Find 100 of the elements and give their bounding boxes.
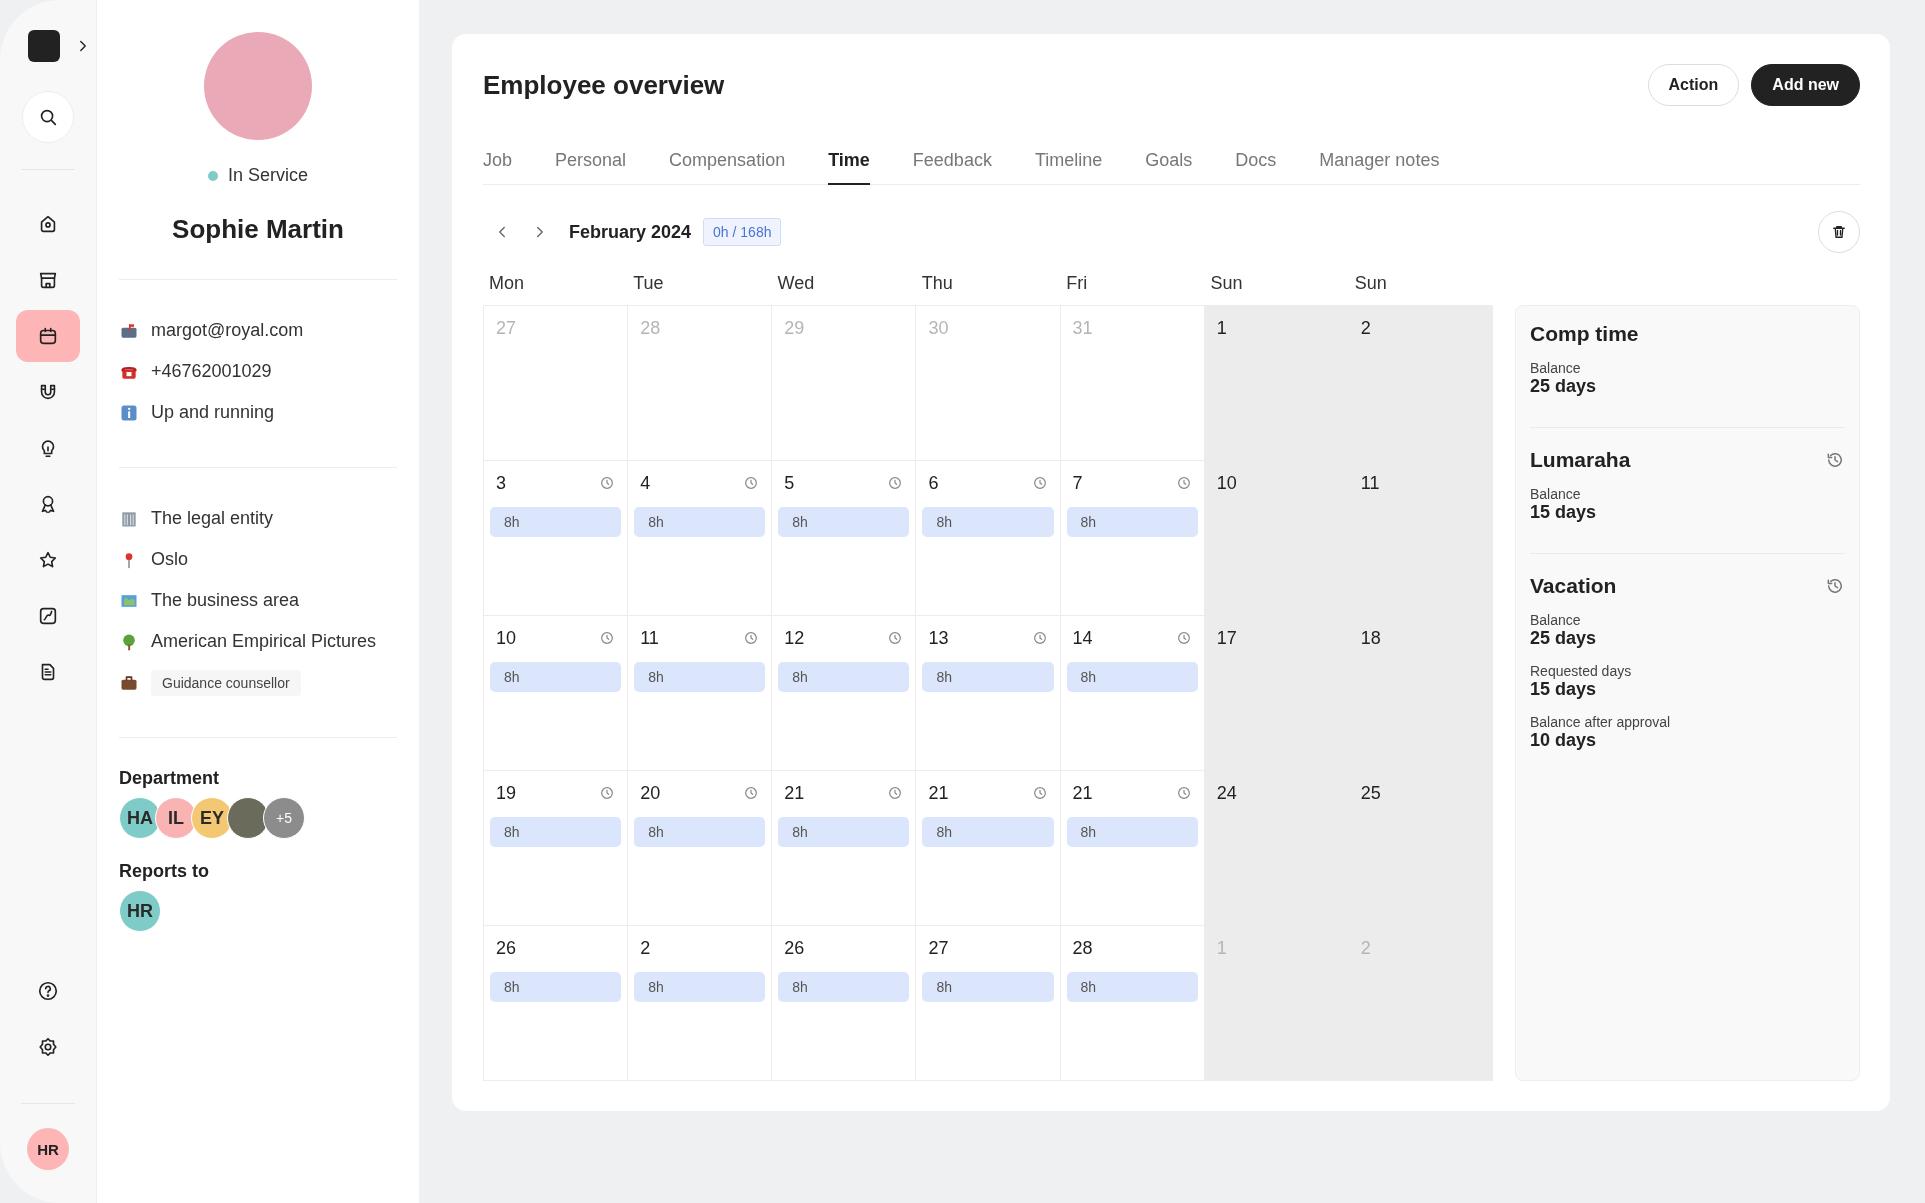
day-cell[interactable]: 10: [1204, 461, 1349, 616]
day-number: 2: [1360, 317, 1371, 339]
clock-icon[interactable]: [1175, 785, 1192, 801]
day-cell[interactable]: 7 8h: [1060, 461, 1205, 616]
tab[interactable]: Personal: [555, 150, 627, 185]
day-cell[interactable]: 10 8h: [484, 616, 629, 771]
day-cell[interactable]: 25: [1348, 771, 1493, 926]
action-button[interactable]: Action: [1647, 64, 1740, 106]
day-number: 18: [1360, 627, 1381, 649]
day-number: 31: [1072, 317, 1093, 339]
hours-entry[interactable]: 8h: [634, 507, 766, 537]
hours-entry[interactable]: 8h: [778, 507, 910, 537]
day-cell[interactable]: 13 8h: [916, 616, 1061, 771]
day-number: 2: [640, 937, 651, 959]
day-cell[interactable]: 2: [1348, 306, 1493, 461]
day-number: 20: [640, 782, 661, 804]
tab[interactable]: Timeline: [1034, 150, 1103, 185]
tab[interactable]: Compensation: [669, 150, 786, 185]
hours-entry[interactable]: 8h: [490, 972, 622, 1002]
day-cell[interactable]: 27 8h: [916, 926, 1061, 1081]
add-button[interactable]: Add new: [1751, 64, 1860, 106]
user-avatar[interactable]: HR: [27, 1128, 69, 1170]
clock-icon[interactable]: [599, 630, 616, 646]
hours-entry[interactable]: 8h: [922, 662, 1054, 692]
day-cell[interactable]: 21 8h: [916, 771, 1061, 926]
tab[interactable]: Feedback: [912, 150, 992, 185]
day-number: 6: [928, 472, 939, 494]
day-number: 21: [784, 782, 805, 804]
clock-icon[interactable]: [887, 475, 904, 491]
day-cell[interactable]: 28 8h: [1060, 926, 1205, 1081]
role-tag: Guidance counsellor: [151, 669, 301, 696]
day-number: 5: [784, 472, 795, 494]
day-cell[interactable]: 21 8h: [1060, 771, 1205, 926]
hours-entry[interactable]: 8h: [1066, 972, 1198, 1002]
balance-value: 25 days: [1530, 376, 1598, 397]
hours-entry[interactable]: 8h: [778, 817, 910, 847]
clock-icon[interactable]: [1031, 475, 1048, 491]
day-cell[interactable]: 24: [1204, 771, 1349, 926]
tab[interactable]: Docs: [1235, 150, 1277, 185]
day-cell[interactable]: 12 8h: [772, 616, 917, 771]
hours-entry[interactable]: 8h: [634, 817, 766, 847]
hours-entry[interactable]: 8h: [1066, 817, 1198, 847]
day-cell[interactable]: 5 8h: [772, 461, 917, 616]
hours-entry[interactable]: 8h: [1066, 507, 1198, 537]
hours-entry[interactable]: 8h: [778, 972, 910, 1002]
day-cell[interactable]: 17: [1204, 616, 1349, 771]
day-cell[interactable]: 21 8h: [772, 771, 917, 926]
history-icon[interactable]: [1825, 576, 1845, 596]
day-cell[interactable]: 19 8h: [484, 771, 629, 926]
day-cell[interactable]: 26 8h: [484, 926, 629, 1081]
avatar[interactable]: HR: [119, 890, 161, 932]
hours-entry[interactable]: 8h: [1066, 662, 1198, 692]
day-cell[interactable]: 4 8h: [628, 461, 773, 616]
tab[interactable]: Manager notes: [1319, 150, 1440, 185]
day-cell[interactable]: 14 8h: [1060, 616, 1205, 771]
hours-entry[interactable]: 8h: [634, 662, 766, 692]
contact-text: margot@royal.com: [151, 320, 304, 341]
clock-icon[interactable]: [599, 785, 616, 801]
day-number: 10: [496, 627, 517, 649]
clock-icon[interactable]: [743, 475, 760, 491]
hours-entry[interactable]: 8h: [922, 817, 1054, 847]
status-text: In Service: [227, 165, 308, 186]
clock-icon[interactable]: [599, 475, 616, 491]
hours-entry[interactable]: 8h: [490, 507, 622, 537]
clock-icon[interactable]: [1175, 630, 1192, 646]
hours-entry[interactable]: 8h: [490, 817, 622, 847]
tab[interactable]: Job: [483, 150, 513, 185]
day-cell[interactable]: 18: [1348, 616, 1493, 771]
day-cell[interactable]: 26 8h: [772, 926, 917, 1081]
clock-icon[interactable]: [887, 785, 904, 801]
day-cell[interactable]: 11 8h: [628, 616, 773, 771]
balance-label: Balance: [1530, 612, 1582, 628]
tab[interactable]: Time: [828, 150, 870, 185]
day-cell[interactable]: 11: [1348, 461, 1493, 616]
hours-entry[interactable]: 8h: [778, 662, 910, 692]
logo[interactable]: [28, 30, 60, 62]
day-number: 7: [1072, 472, 1083, 494]
tab[interactable]: Goals: [1145, 150, 1193, 185]
clock-icon[interactable]: [743, 630, 760, 646]
day-number: 3: [496, 472, 506, 494]
hours-badge: 0h / 168h: [703, 218, 782, 246]
hours-entry[interactable]: 8h: [634, 972, 766, 1002]
clock-icon[interactable]: [887, 630, 904, 646]
clock-icon[interactable]: [1175, 475, 1192, 491]
history-icon[interactable]: [1825, 450, 1845, 470]
search-button[interactable]: [22, 91, 74, 143]
hours-entry[interactable]: 8h: [922, 972, 1054, 1002]
hours-entry[interactable]: 8h: [490, 662, 622, 692]
day-cell[interactable]: 20 8h: [628, 771, 773, 926]
settings-icon: [37, 1036, 59, 1058]
clock-icon[interactable]: [743, 785, 760, 801]
day-cell[interactable]: 1: [1204, 306, 1349, 461]
clock-icon[interactable]: [1031, 630, 1048, 646]
nav-item[interactable]: [16, 310, 80, 362]
day-cell[interactable]: 6 8h: [916, 461, 1061, 616]
clock-icon[interactable]: [1031, 785, 1048, 801]
day-cell[interactable]: 3 8h: [484, 461, 629, 616]
delete-button[interactable]: [1818, 211, 1860, 253]
hours-entry[interactable]: 8h: [922, 507, 1054, 537]
day-cell[interactable]: 2 8h: [628, 926, 773, 1081]
